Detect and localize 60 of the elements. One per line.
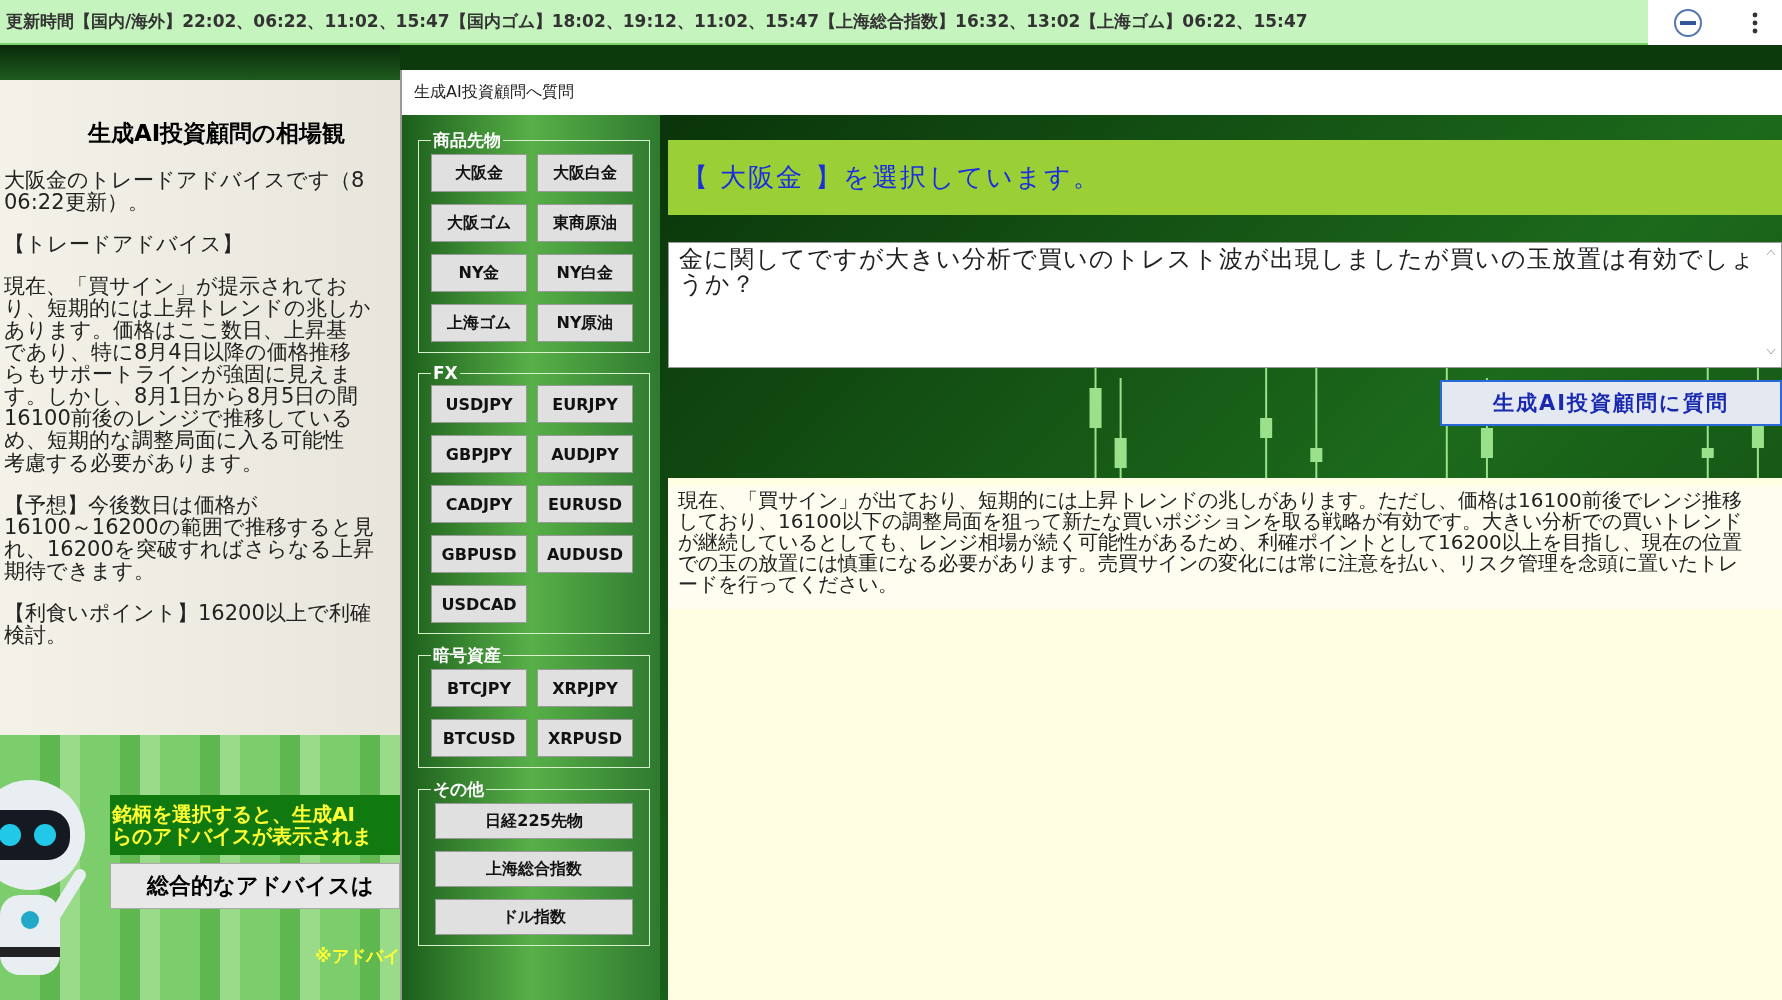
advice-text-line: れ、16200を突破すればさらなる上昇	[4, 537, 375, 560]
advice-text-line: 現在、「買サイン」が提示されてお	[4, 275, 349, 298]
symbol-button[interactable]: NY原油	[537, 304, 633, 342]
group-label: その他	[432, 778, 485, 801]
symbol-button[interactable]: 東商原油	[537, 204, 633, 242]
advice-text-line: す。しかし、8月1日から8月5日の間	[4, 385, 360, 408]
symbol-button[interactable]: USDJPY	[431, 385, 527, 423]
advice-text-line: 期待できます。	[4, 559, 155, 582]
symbol-button[interactable]: USDCAD	[431, 585, 527, 623]
symbol-button[interactable]: AUDUSD	[537, 535, 633, 573]
group-label: FX	[432, 363, 459, 383]
promo-text-line: らのアドバイスが表示されま	[112, 825, 373, 847]
symbol-button[interactable]: NY白金	[537, 254, 633, 292]
symbol-button[interactable]: XRPUSD	[537, 719, 633, 757]
symbol-button[interactable]: 上海ゴム	[431, 304, 527, 342]
symbol-button[interactable]: GBPUSD	[431, 535, 527, 573]
overall-advice-button[interactable]: 総合的なアドバイスは	[110, 863, 400, 909]
advice-text-line: 考慮する必要があります。	[4, 451, 264, 474]
panel-title: 生成AI投資顧問の相場観	[88, 119, 347, 148]
advice-text-line: り、短期的には上昇トレンドの兆しか	[4, 297, 372, 320]
promo-text-line: 銘柄を選択すると、生成AI	[112, 803, 356, 825]
answer-text: 現在、「買サイン」が出ており、短期的には上昇トレンドの兆しがあります。ただし、価格は16100前後でレンジ推移しており、16100以下の調整局面を狙って新たな買いポジションを取る戦略が有効です。大きい分析での買いトレンドが継続しているとしても、レンジ相場が続く可能性があるため、利確ポイントとして16200以上を目指し、現在の位置での玉の放置には慎重になる必要があります。売買サインの変化には常に注意を払い、リスク管理を念頭に置いたトレードを行ってください。	[668, 486, 1782, 609]
symbol-button[interactable]: NY金	[431, 254, 527, 292]
window-title: 生成AI投資顧問へ質問	[402, 70, 1782, 115]
advice-text-line: あります。価格はここ数日、上昇基	[4, 319, 347, 342]
advice-text-line: 16100前後のレンジで推移している	[4, 407, 354, 430]
advice-text-line: 【利食いポイント】16200以上で利確	[4, 601, 372, 624]
advice-text-line: め、短期的な調整局面に入る可能性	[4, 429, 345, 452]
symbol-button[interactable]: 大阪白金	[537, 154, 633, 192]
symbol-button[interactable]: CADJPY	[431, 485, 527, 523]
symbol-button[interactable]: BTCUSD	[431, 719, 527, 757]
symbol-button[interactable]: 上海総合指数	[435, 851, 633, 887]
symbol-button[interactable]: 大阪金	[431, 154, 527, 192]
group-label: 商品先物	[432, 129, 502, 152]
advice-text-line: 【予想】今後数日は価格が	[4, 493, 258, 516]
symbol-button[interactable]: EURUSD	[537, 485, 633, 523]
scrollbar-icon[interactable]	[1765, 247, 1777, 357]
advice-text-line: 16100～16200の範囲で推移すると見	[4, 515, 375, 538]
advice-text-line: 【トレードアドバイス】	[4, 233, 244, 256]
advice-text-line: 大阪金のトレードアドバイスです（8	[4, 169, 366, 192]
symbol-button[interactable]: XRPJPY	[537, 669, 633, 707]
note-text: ※アドバイ	[315, 945, 400, 968]
extension-icon[interactable]	[1672, 7, 1703, 38]
group-label: 暗号資産	[432, 644, 502, 667]
update-times-bar: 更新時間【国内/海外】22:02、06:22、11:02、15:47【国内ゴム】18:02、19:12、11:02、15:47【上海総合指数】16:32、13:02【上海ゴム】06:22、15:47	[0, 0, 1648, 45]
symbol-button[interactable]: ドル指数	[435, 899, 633, 935]
symbol-button[interactable]: AUDJPY	[537, 435, 633, 473]
advice-text-line: 検討。	[4, 623, 68, 646]
selection-banner: 【 大阪金 】を選択しています。	[668, 140, 1782, 215]
advice-text-line: 06:22更新）。	[4, 191, 150, 214]
symbol-button[interactable]: BTCJPY	[431, 669, 527, 707]
symbol-button[interactable]: 大阪ゴム	[431, 204, 527, 242]
ask-button[interactable]: 生成AI投資顧問に質問	[1440, 380, 1782, 426]
menu-icon[interactable]	[1751, 11, 1758, 34]
symbol-button[interactable]: GBPJPY	[431, 435, 527, 473]
symbol-button[interactable]: 日経225先物	[435, 803, 633, 839]
symbol-button[interactable]: EURJPY	[537, 385, 633, 423]
question-field[interactable]: 金に関してですが大きい分析で買いのトレスト波が出現しましたが買いの玉放置は有効でしょうか？	[668, 242, 1782, 368]
advice-text-line: であり、特に8月4日以降の価格推移	[4, 341, 352, 364]
advice-text-line: らもサポートラインが強固に見えま	[4, 363, 352, 386]
